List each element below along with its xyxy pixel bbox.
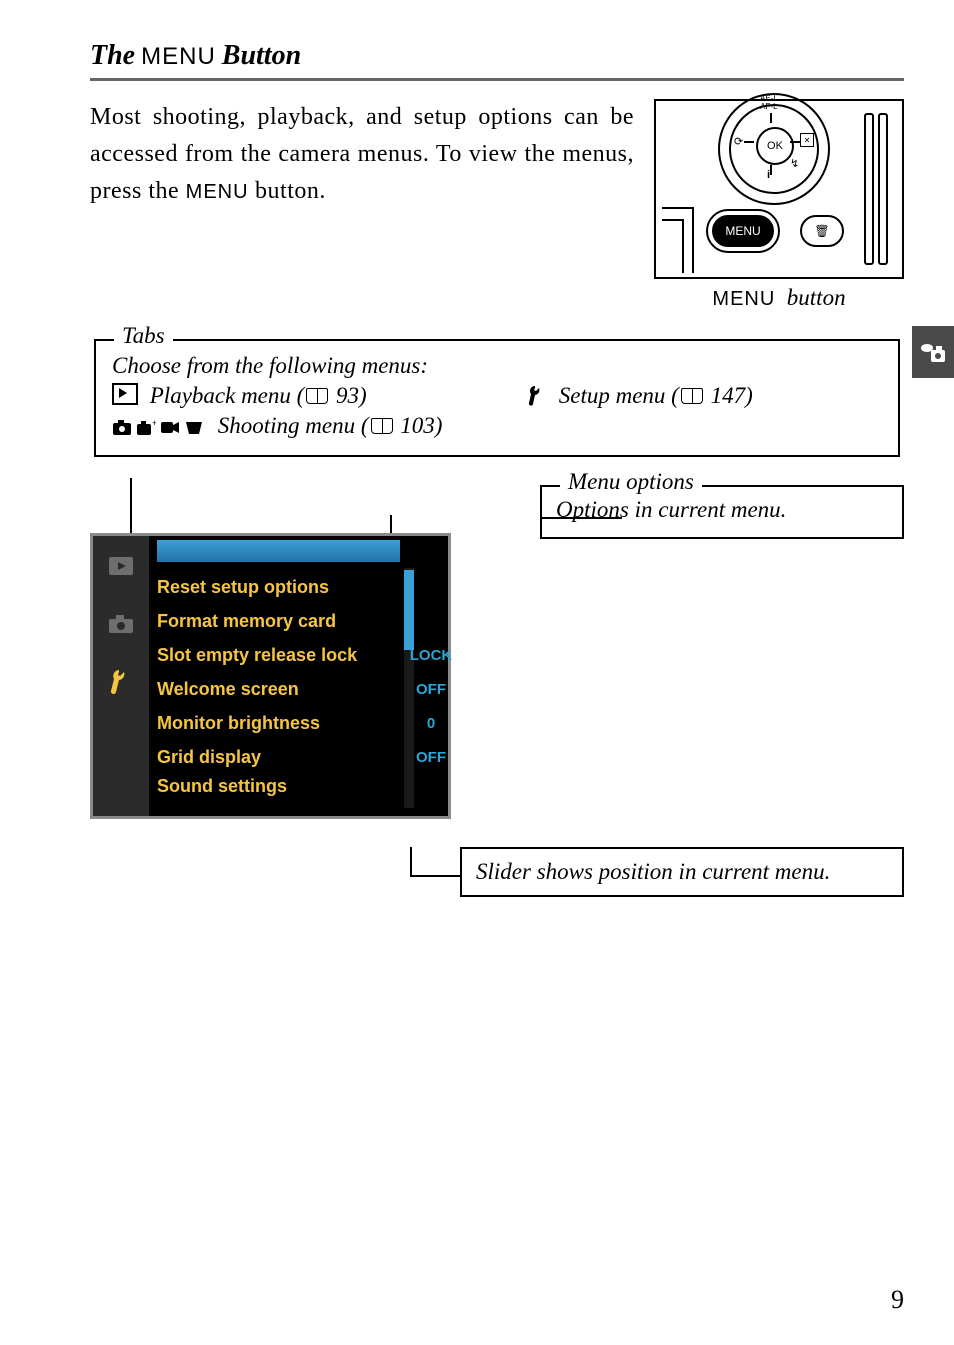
- lcd-scrollbar-thumb[interactable]: [404, 570, 414, 650]
- page-number: 9: [891, 1285, 904, 1315]
- dpad-right-tick: [790, 141, 800, 143]
- lcd-tab-setup-icon[interactable]: [106, 670, 136, 694]
- wrench-icon: [527, 384, 547, 406]
- slider-callout-box: Slider shows position in current menu.: [460, 847, 904, 897]
- menu-glyph-icon: MENU: [141, 43, 216, 71]
- camera-back-illustration: AE-LAF-L OK ⟳ ✕ i ↯ MENU 🗑: [654, 99, 904, 279]
- slider-callout-text: Slider shows position in current menu.: [476, 859, 888, 885]
- ok-button[interactable]: OK: [756, 127, 794, 165]
- dpad-down-tick: [770, 165, 772, 175]
- shooting-mode-icons: +: [112, 416, 204, 434]
- intro-text-main: Most shooting, playback, and setup optio…: [90, 104, 634, 204]
- page-ref-icon-3: [371, 418, 393, 434]
- intro-text-after: button.: [249, 178, 326, 204]
- chapter-thumb-icon: [919, 340, 947, 364]
- tabs-setup-line: Setup menu ( 147): [527, 383, 882, 409]
- lcd-val: [414, 570, 448, 604]
- page-ref-icon-2: [681, 388, 703, 404]
- tabs-shooting-label: Shooting menu (: [218, 413, 369, 438]
- tabs-shooting-line: + Shooting menu ( 103): [112, 413, 882, 439]
- caption-button-text: button: [787, 285, 846, 310]
- tabs-callout-box: Tabs Choose from the following menus: Pl…: [94, 339, 900, 457]
- slider-leader-v: [410, 847, 412, 875]
- section-heading: The MENU Button: [90, 40, 904, 72]
- flash-icon: ↯: [790, 157, 799, 170]
- lcd-title-bar: [157, 540, 400, 562]
- svg-text:+: +: [152, 418, 156, 428]
- lcd-row[interactable]: Welcome screen: [157, 672, 400, 706]
- tabs-intro-line: Choose from the following menus:: [112, 353, 882, 379]
- lcd-val: OFF: [414, 672, 448, 706]
- tabs-playback-label: Playback menu (: [150, 383, 305, 408]
- camera-grip-lines: [864, 113, 888, 265]
- lcd-row[interactable]: Sound settings: [157, 774, 400, 798]
- ae-af-lock-label: AE-LAF-L: [760, 95, 778, 111]
- movie-icon: [160, 416, 180, 434]
- tabs-legend: Tabs: [114, 323, 173, 349]
- intro-paragraph: Most shooting, playback, and setup optio…: [90, 99, 634, 211]
- menu-options-legend: Menu options: [560, 469, 702, 495]
- menu-options-callout-box: Menu options Options in current menu.: [540, 485, 904, 539]
- self-timer-icon: ⟳: [734, 135, 743, 148]
- lcd-value-column: LOCK OFF 0 OFF: [414, 536, 448, 816]
- camera-icon: [112, 416, 132, 434]
- playback-icon: [112, 383, 138, 405]
- menu-button[interactable]: MENU: [712, 215, 774, 247]
- camera-lcd-edge-inner: [662, 219, 684, 273]
- lcd-val: 0: [414, 706, 448, 740]
- tabs-shooting-page: 103): [400, 413, 442, 438]
- lcd-row[interactable]: Slot empty release lock: [157, 638, 400, 672]
- lcd-val: LOCK: [414, 638, 448, 672]
- page-ref-icon: [306, 388, 328, 404]
- menu-options-leader-h: [542, 517, 622, 519]
- heading-button-word: Button: [222, 40, 301, 72]
- lcd-row[interactable]: Format memory card: [157, 604, 400, 638]
- lcd-menu-list: Reset setup options Format memory card S…: [157, 570, 400, 808]
- lcd-scrollbar-track[interactable]: [404, 568, 414, 808]
- heading-rule: [90, 78, 904, 81]
- heading-the: The: [90, 40, 135, 72]
- menu-glyph-inline: MENU: [186, 181, 249, 203]
- dpad-up-tick: [770, 113, 772, 123]
- exposure-comp-icon: ✕: [800, 133, 814, 147]
- delete-button[interactable]: 🗑: [800, 215, 844, 247]
- dpad-left-tick: [744, 141, 754, 143]
- camera-caption: MENU button: [654, 285, 904, 311]
- lcd-row[interactable]: Reset setup options: [157, 570, 400, 604]
- lcd-row[interactable]: Monitor brightness: [157, 706, 400, 740]
- chapter-thumb-tab: [912, 326, 954, 378]
- lcd-row[interactable]: Grid display: [157, 740, 400, 774]
- palette-icon: [184, 416, 204, 434]
- lcd-val: [414, 604, 448, 638]
- slider-leader-h: [410, 875, 462, 877]
- menu-options-text: Options in current menu.: [556, 497, 888, 523]
- tabs-setup-label: Setup menu (: [559, 383, 679, 408]
- caption-menu-glyph: MENU: [712, 288, 775, 310]
- lcd-tab-strip: [93, 536, 149, 816]
- tabs-setup-page: 147): [711, 383, 753, 408]
- tabs-playback-page: 93): [336, 383, 367, 408]
- camera-lcd-screenshot: Reset setup options Format memory card S…: [90, 533, 451, 819]
- lcd-tab-playback-icon[interactable]: [106, 554, 136, 578]
- tabs-playback-line: Playback menu ( 93): [112, 383, 467, 409]
- camera-plus-icon: +: [136, 416, 156, 434]
- lcd-tab-shooting-icon[interactable]: [106, 612, 136, 636]
- lcd-val: OFF: [414, 740, 448, 774]
